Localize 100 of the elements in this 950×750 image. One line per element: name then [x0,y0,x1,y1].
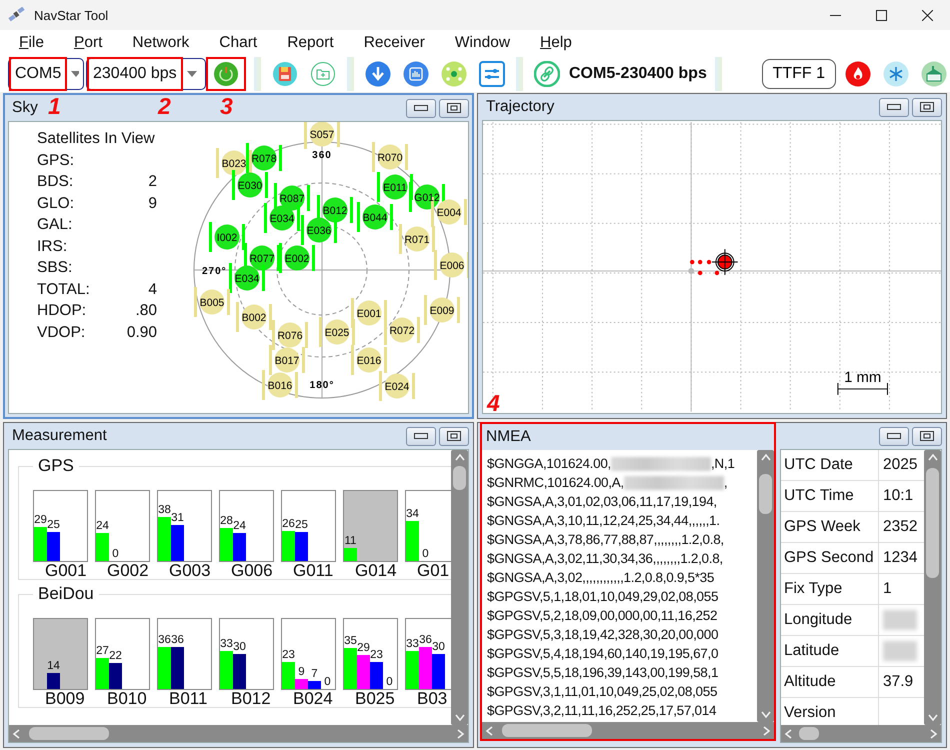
power-button[interactable] [206,57,246,91]
nmea-line: $GPGSV,5,1,18,01,10,049,29,02,08,055 [487,588,720,606]
link-icon[interactable] [534,61,560,87]
panel-title: NMEA [485,428,531,446]
menu-item[interactable]: Report [287,34,334,52]
horizontal-scrollbar[interactable] [482,722,774,739]
minimize-button[interactable] [406,426,436,446]
stat-value: 2 [147,173,157,192]
compass-label: 360 [312,150,332,161]
vertical-scrollbar[interactable] [924,450,941,725]
baud-dropdown[interactable]: 230400 bps [86,58,206,90]
network-icon[interactable] [441,61,467,87]
satellite-name: G001 [44,562,88,579]
snowflake-icon[interactable] [883,61,909,87]
menu-item[interactable]: Receiver [364,34,425,52]
satellite-label: E011 [383,182,407,194]
restore-icon [447,103,461,113]
stat-value: 9 [147,194,157,214]
satellite-label: R087 [279,193,305,205]
nmea-line: $GNGGA,101624.00, ,N,1 [487,455,736,473]
stat-label: IRS: [37,238,68,256]
vertical-scrollbar[interactable] [757,450,774,722]
menu-item[interactable]: Network [132,34,190,52]
satellite-name: B012 [230,690,272,707]
info-value: 37.9 [882,672,914,692]
nmea-line: $GPGSV,5,5,18,196,39,143,00,199,58,1 [487,664,720,682]
add-folder-icon[interactable] [310,61,336,87]
signal-value: 27 [96,644,109,658]
scroll-thumb[interactable] [799,727,819,740]
info-label: Fix Type [781,574,879,604]
satellite-name: G006 [230,562,274,579]
save-icon[interactable] [272,61,298,87]
scroll-thumb[interactable] [453,466,466,490]
minimize-icon [414,433,428,439]
signal-value: 29 [34,514,47,528]
info-value: 1234 [882,548,918,568]
menu-item[interactable]: Help [540,34,572,52]
nmea-line: $GNGSA,A,3,02,11,30,34,36,,,,,,,,1.2,0.8, [487,550,724,568]
nmea-line: $GNRMC,101624.00,A, , [487,474,728,492]
minimize-button[interactable] [406,98,436,118]
download-icon[interactable] [365,61,391,87]
menu-item[interactable]: File [19,34,44,52]
signal-value: 28 [220,515,233,528]
menu-item[interactable]: Window [454,34,510,52]
signal-value: 36 [419,634,432,647]
satellite-label: E009 [430,305,454,317]
menu-item[interactable]: Port [74,34,102,52]
restore-icon [920,431,934,441]
satellite-name: G002 [106,562,150,579]
satellite-label: E034 [270,213,294,225]
ttff-button[interactable]: TTFF 1 [762,59,836,89]
satellite-name: B011 [168,690,208,707]
signal-value: 30 [432,641,445,654]
port-dropdown[interactable]: COM5 [8,58,84,90]
toolbar-separator [347,57,354,91]
horizontal-scrollbar[interactable] [9,725,468,742]
info-value: 2352 [882,517,918,537]
horizontal-scrollbar[interactable] [781,725,941,742]
satellite-label: G012 [414,192,440,204]
bar-chart-icon[interactable] [403,61,429,87]
satellite-label: E016 [356,355,382,367]
scroll-thumb[interactable] [502,724,592,737]
stat-label: GAL: [37,216,74,235]
info-value: 1 [882,579,893,599]
satellite-label: B016 [268,380,292,392]
signal-value: 23 [370,649,383,662]
building-icon[interactable] [921,61,947,87]
minimize-button[interactable] [879,98,909,116]
callout-number: 2 [158,93,171,120]
satellite-label: E030 [238,180,262,192]
signal-value: 26 [282,518,295,531]
panel-title: Sky [11,99,38,117]
info-value: 10:1 [882,486,914,506]
restore-button[interactable] [439,98,469,118]
satellite-label: E025 [324,327,350,339]
signal-value: 7 [311,668,318,681]
sliders-icon[interactable] [479,61,505,87]
signal-value: 34 [406,508,419,522]
signal-value: 29 [357,642,370,656]
restore-button[interactable] [439,426,469,446]
menu-item[interactable]: Chart [219,34,258,52]
vertical-scrollbar[interactable] [451,450,468,725]
restore-icon [447,431,461,441]
scroll-thumb[interactable] [29,727,109,740]
signal-value: 0 [112,548,119,561]
caret-icon [187,71,197,77]
stat-label: SBS: [37,259,74,278]
close-icon [922,10,932,20]
minimize-button[interactable] [879,426,909,446]
restore-button[interactable] [912,426,942,446]
stats-heading: Satellites In View [37,130,156,149]
satellite-label: R076 [277,330,303,342]
group-title: GPS [37,456,75,476]
satellite-label: E036 [306,225,332,237]
satellite-label: R070 [377,152,403,164]
signal-value: 30 [233,641,246,654]
scroll-thumb[interactable] [926,468,939,578]
restore-button[interactable] [912,98,942,116]
flame-icon[interactable] [845,61,871,87]
scroll-thumb[interactable] [759,474,772,514]
